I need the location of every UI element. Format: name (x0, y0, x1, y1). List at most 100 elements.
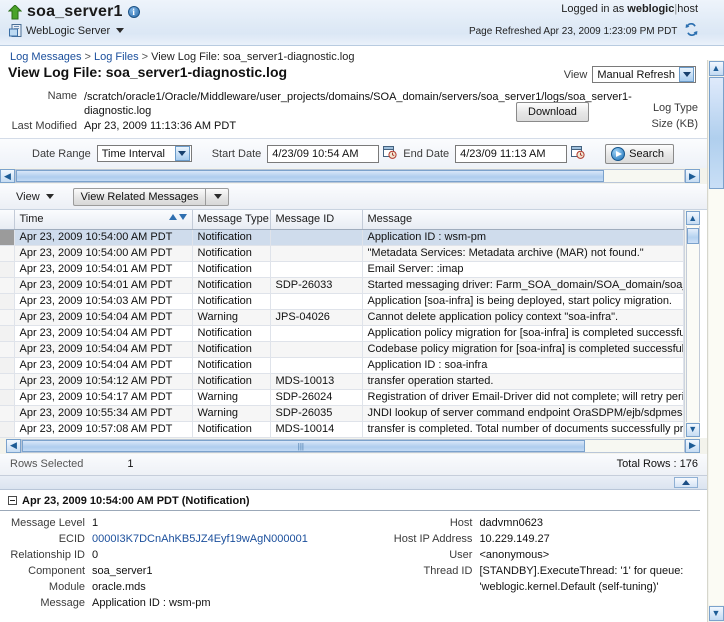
detail-value: 10.229.149.27 (479, 532, 550, 545)
table-row[interactable]: Apr 23, 2009 10:55:34 AM PDT Warning SDP… (0, 405, 685, 422)
scroll-thumb[interactable] (16, 170, 604, 182)
scroll-track[interactable] (15, 169, 685, 183)
page-scroll-track[interactable] (708, 77, 724, 605)
table-toolbar: View View Related Messages (0, 184, 724, 210)
chevron-down-icon (45, 194, 54, 199)
table-row[interactable]: Apr 23, 2009 10:54:04 AM PDT Notificatio… (0, 357, 685, 374)
up-arrow-icon: ▲ (688, 212, 698, 223)
table-row[interactable]: Apr 23, 2009 10:54:12 AM PDT Notificatio… (0, 373, 685, 390)
page-scroll-thumb[interactable] (708, 77, 724, 189)
page-scroll-down-button[interactable]: ▼ (708, 606, 724, 621)
table-scroll-thumb[interactable] (686, 228, 699, 244)
cell-message: Cannot delete application policy context… (362, 309, 685, 326)
column-header-message[interactable]: Message (362, 210, 685, 230)
cell-message: Application ID : wsm-pm (362, 229, 685, 246)
row-handle[interactable] (0, 293, 15, 310)
calendar-picker-icon[interactable] (383, 145, 397, 162)
download-button[interactable]: Download (516, 102, 589, 122)
log-file-info: Name /scratch/oracle1/Oracle/Middleware/… (0, 86, 724, 134)
calendar-picker-icon[interactable] (571, 145, 585, 162)
view-mode-label: View (563, 68, 588, 81)
sort-ascending-icon[interactable] (168, 214, 177, 220)
table-horizontal-scrollbar[interactable]: ◀ ||| ▶ (0, 437, 724, 454)
table-row[interactable]: Apr 23, 2009 10:54:01 AM PDT Notificatio… (0, 261, 685, 278)
cell-time: Apr 23, 2009 10:54:03 AM PDT (14, 293, 193, 310)
table-row[interactable]: Apr 23, 2009 10:54:04 AM PDT Notificatio… (0, 341, 685, 358)
column-header-message-id[interactable]: Message ID (270, 210, 363, 230)
table-hscroll-track[interactable]: ||| (21, 438, 685, 453)
splitter-bar[interactable] (0, 475, 724, 490)
cell-message-id (270, 261, 363, 278)
sort-controls[interactable] (168, 214, 187, 220)
column-header-message-type[interactable]: Message Type (192, 210, 271, 230)
table-row[interactable]: Apr 23, 2009 10:54:04 AM PDT Warning JPS… (0, 309, 685, 326)
start-date-input[interactable] (267, 144, 380, 163)
log-viewer-page: soa_server1 i WebLogic Server Logged in … (0, 0, 724, 622)
detail-row-module: Module oracle.mds (0, 579, 369, 595)
chevron-down-icon[interactable] (679, 67, 694, 82)
row-handle[interactable] (0, 405, 15, 422)
table-row[interactable]: Apr 23, 2009 10:54:17 AM PDT Warning SDP… (0, 389, 685, 406)
info-icon[interactable]: i (127, 6, 140, 18)
server-type-menu[interactable]: WebLogic Server (9, 24, 140, 37)
view-mode-value: Manual Refresh (597, 68, 675, 81)
table-scroll-left-button[interactable]: ◀ (6, 438, 21, 453)
row-handle[interactable] (0, 245, 15, 262)
cell-message-type: Notification (192, 373, 271, 390)
view-related-messages-label: View Related Messages (80, 190, 199, 203)
row-handle[interactable] (0, 325, 15, 342)
detail-row-user: User <anonymous> (369, 547, 700, 563)
app-header: soa_server1 i WebLogic Server Logged in … (0, 0, 724, 46)
left-arrow-icon: ◀ (10, 440, 17, 450)
view-mode-selector[interactable]: View Manual Refresh (564, 66, 696, 83)
date-range-select[interactable]: Time Interval (96, 145, 192, 162)
scroll-right-button[interactable]: ▶ (685, 169, 700, 183)
chevron-down-icon[interactable] (206, 189, 228, 205)
end-date-input[interactable] (455, 144, 568, 163)
table-scroll-up-button[interactable]: ▲ (685, 211, 700, 225)
row-handle[interactable] (0, 373, 15, 390)
row-handle[interactable] (0, 261, 15, 278)
log-size-label: Size (KB) (651, 118, 698, 130)
page-horizontal-scrollbar[interactable]: ◀ ▶ (0, 168, 724, 184)
view-mode-select[interactable]: Manual Refresh (592, 66, 696, 83)
row-handle[interactable] (0, 389, 15, 406)
table-row[interactable]: Apr 23, 2009 10:54:00 AM PDT Notificatio… (0, 229, 685, 246)
scroll-left-button[interactable]: ◀ (0, 169, 15, 183)
table-row[interactable]: Apr 23, 2009 10:54:01 AM PDT Notificatio… (0, 277, 685, 294)
table-row[interactable]: Apr 23, 2009 10:54:04 AM PDT Notificatio… (0, 325, 685, 342)
breadcrumb-item-log-files[interactable]: Log Files (94, 51, 139, 63)
breadcrumb-item-log-messages[interactable]: Log Messages (10, 51, 82, 63)
search-button[interactable]: Search (605, 143, 674, 164)
table-row[interactable]: Apr 23, 2009 10:57:08 AM PDT Notificatio… (0, 421, 685, 438)
collapse-detail-button[interactable] (674, 476, 698, 488)
row-handle[interactable] (0, 341, 15, 358)
table-scroll-down-button[interactable]: ▼ (685, 422, 700, 437)
row-handle[interactable] (0, 277, 15, 294)
column-header-time[interactable]: Time (14, 210, 193, 230)
refresh-icon[interactable] (685, 22, 698, 39)
table-hscroll-thumb[interactable]: ||| (22, 439, 585, 452)
sort-descending-icon[interactable] (178, 214, 187, 220)
cell-message-id (270, 357, 363, 374)
view-menu-button[interactable]: View (14, 189, 63, 205)
cell-message-type: Notification (192, 325, 271, 342)
detail-right-column: Host dadvmn0623 Host IP Address 10.229.1… (369, 515, 700, 611)
page-vertical-scrollbar[interactable]: ▲ ▼ (707, 60, 724, 622)
row-handle[interactable] (0, 421, 15, 438)
down-arrow-icon: ▼ (711, 608, 721, 618)
collapse-minus-icon[interactable] (8, 496, 17, 505)
row-handle[interactable] (0, 309, 15, 326)
row-handle[interactable] (0, 357, 15, 374)
table-row[interactable]: Apr 23, 2009 10:54:03 AM PDT Notificatio… (0, 293, 685, 310)
view-related-messages-button[interactable]: View Related Messages (72, 187, 230, 206)
detail-value-ecid-link[interactable]: 0000I3K7DCnAhKB5JZ4Eyf19wAgN000001 (92, 531, 308, 547)
chevron-down-icon[interactable] (174, 146, 190, 161)
table-vertical-scrollbar[interactable]: ▲ ▼ (684, 210, 700, 438)
row-handle[interactable] (0, 229, 15, 246)
page-scroll-up-button[interactable]: ▲ (708, 61, 724, 76)
table-row[interactable]: Apr 23, 2009 10:54:00 AM PDT Notificatio… (0, 245, 685, 262)
cell-time: Apr 23, 2009 10:54:17 AM PDT (14, 389, 193, 406)
table-scroll-right-button[interactable]: ▶ (685, 438, 700, 453)
table-scroll-track[interactable] (685, 226, 700, 422)
